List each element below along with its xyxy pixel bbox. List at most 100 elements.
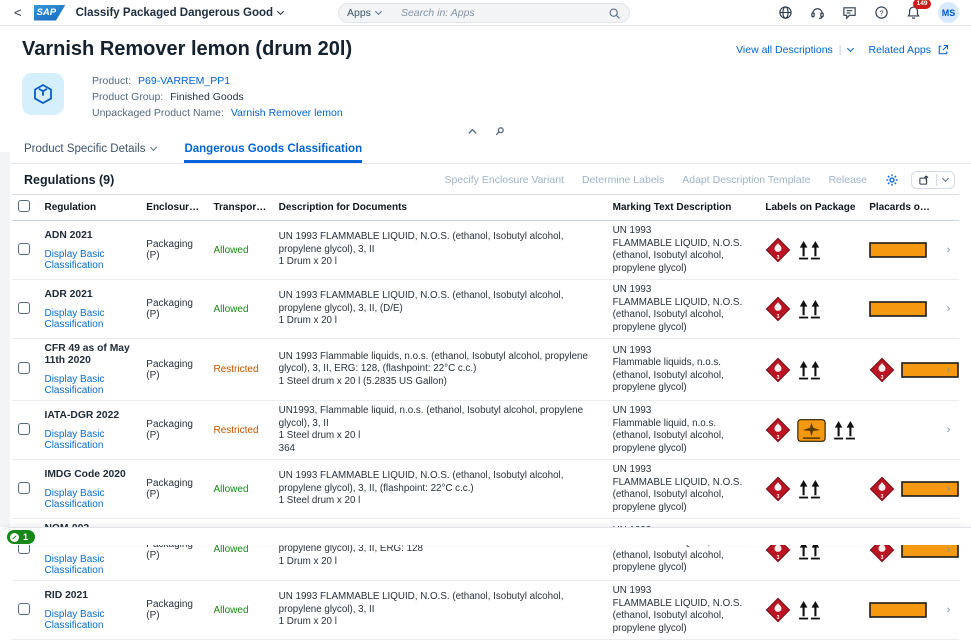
display-basic-classification-link[interactable]: Display Basic Classification (44, 609, 134, 631)
cargo-aircraft-only-icon (797, 419, 826, 442)
specify-enclosure-variant-button[interactable]: Specify Enclosure Variant (445, 174, 564, 186)
row-navigation-chevron[interactable]: › (947, 303, 951, 315)
row-navigation-chevron[interactable]: › (947, 483, 951, 495)
back-button[interactable]: < (12, 6, 24, 19)
notification-count-badge: 149 (913, 0, 931, 9)
product-group-label: Product Group: (92, 91, 163, 103)
description-line: 1 Steel drum x 20 l (279, 495, 601, 508)
row-navigation-chevron[interactable]: › (947, 364, 951, 376)
column-header-labels-on-package[interactable]: Labels on Package (759, 195, 863, 221)
display-basic-classification-link[interactable]: Display Basic Classification (44, 554, 134, 576)
display-basic-classification-link[interactable]: Display Basic Classification (44, 429, 134, 451)
labels-on-package: 3 (765, 237, 857, 263)
display-basic-classification-link[interactable]: Display Basic Classification (44, 249, 134, 271)
help-icon[interactable]: ? (874, 5, 889, 20)
notifications-bell-icon[interactable]: 149 (906, 5, 921, 20)
search-icon[interactable] (608, 7, 621, 20)
row-checkbox[interactable] (18, 603, 30, 615)
description-line: 1 Steel drum x 20 l (279, 430, 601, 443)
determine-labels-button[interactable]: Determine Labels (582, 174, 664, 186)
column-header-marking-text-description[interactable]: Marking Text Description (607, 195, 760, 221)
row-navigation-chevron[interactable]: › (947, 244, 951, 256)
regulation-name: IMDG Code 2020 (44, 469, 134, 481)
column-header-enclosure-variant[interactable]: Enclosure Variant (140, 195, 207, 221)
header-actions: View all Descriptions | Related Apps (736, 44, 949, 56)
description-line: 1 Drum x 20 l (279, 256, 601, 269)
release-button[interactable]: Release (828, 174, 867, 186)
enclosure-variant: Packaging (P) (146, 359, 193, 381)
row-checkbox[interactable] (18, 243, 30, 255)
svg-text:3: 3 (777, 555, 780, 561)
avatar[interactable]: MS (938, 2, 959, 23)
package-icon (31, 82, 55, 106)
row-checkbox[interactable] (18, 423, 30, 435)
view-all-descriptions-label: View all Descriptions (736, 44, 833, 56)
svg-text:3: 3 (777, 255, 780, 261)
search-scope-select[interactable]: Apps (347, 7, 381, 19)
transport-permission: Allowed (213, 304, 248, 315)
orientation-arrows-icon (797, 477, 822, 501)
display-basic-classification-link[interactable]: Display Basic Classification (44, 488, 134, 510)
pin-header-button[interactable] (494, 126, 505, 137)
unpackaged-product-link[interactable]: Varnish Remover lemon (231, 107, 343, 119)
chevron-down-icon (942, 175, 949, 182)
description-line: 1 Drum x 20 l (279, 556, 601, 569)
feedback-icon[interactable] (842, 5, 857, 20)
export-button[interactable] (911, 171, 955, 189)
row-navigation-chevron[interactable]: › (947, 424, 951, 436)
app-title-menu[interactable]: Classify Packaged Dangerous Good (76, 7, 283, 19)
transport-permission: Allowed (213, 484, 248, 495)
select-all-checkbox[interactable] (18, 200, 30, 212)
product-link[interactable]: P69-VARREM_PP1 (138, 75, 230, 87)
column-header-placards-on-con[interactable]: Placards on Con... (863, 195, 940, 221)
tab-label: Product Specific Details (24, 143, 145, 155)
view-all-descriptions-button[interactable]: View all Descriptions | (736, 44, 852, 56)
description-for-documents: UN 1993 FLAMMABLE LIQUID, N.O.S. (ethano… (273, 221, 607, 280)
globe-icon[interactable] (778, 5, 793, 20)
svg-text:3: 3 (777, 375, 780, 381)
enclosure-variant: Packaging (P) (146, 298, 193, 320)
marking-line: UN 1993 (613, 585, 754, 598)
search-scope-label: Apps (347, 7, 371, 19)
collapse-header-button[interactable] (467, 126, 478, 137)
flammable-liquid-3-icon: 3 (765, 476, 791, 502)
display-basic-classification-link[interactable]: Display Basic Classification (44, 308, 134, 330)
row-checkbox[interactable] (18, 362, 30, 374)
column-header-regulation[interactable]: Regulation (38, 195, 140, 221)
product-group-value: Finished Goods (170, 91, 244, 103)
marking-text-description: UN 1993FLAMMABLE LIQUID, N.O.S. (ethanol… (607, 460, 760, 519)
table-row-cfr-49-as-of-may-11th-2020: CFR 49 as of May 11th 2020Display Basic … (12, 339, 959, 401)
display-basic-classification-link[interactable]: Display Basic Classification (44, 374, 134, 396)
placards-on-container: 3 (869, 357, 934, 383)
flammable-liquid-3-icon: 3 (869, 357, 895, 383)
adapt-description-template-button[interactable]: Adapt Description Template (682, 174, 810, 186)
product-fields: Product: P69-VARREM_PP1 Product Group: F… (92, 73, 343, 121)
marking-line: UN 1993 (613, 464, 754, 477)
marking-line: UN 1993 (613, 284, 754, 297)
chevron-down-icon (846, 45, 853, 52)
sap-logo[interactable]: SAP (34, 5, 66, 21)
row-checkbox[interactable] (18, 482, 30, 494)
row-navigation-chevron[interactable]: › (947, 544, 951, 556)
enclosure-variant: Packaging (P) (146, 239, 193, 261)
description-for-documents: UN 1993 Flammable liquids, n.o.s. (ethan… (273, 339, 607, 401)
settings-gear-icon[interactable] (885, 173, 899, 187)
separator (936, 174, 937, 186)
related-apps-button[interactable]: Related Apps (869, 44, 949, 56)
tab-dangerous-goods-classification[interactable]: Dangerous Goods Classification (184, 139, 362, 163)
flammable-liquid-3-icon: 3 (765, 417, 791, 443)
orange-placard-icon (869, 242, 927, 258)
marking-text-description: UN 1993FLAMMABLE LIQUID, N.O.S. (ethanol… (607, 221, 760, 280)
tab-product-specific-details[interactable]: Product Specific Details (24, 139, 156, 163)
marking-line: FLAMMABLE LIQUID, N.O.S. (ethanol, Isobu… (613, 238, 754, 276)
messages-button[interactable]: 1 (7, 530, 35, 544)
column-header-description-for-documents[interactable]: Description for Documents (273, 195, 607, 221)
marking-line: FLAMMABLE LIQUID, N.O.S. (ethanol, Isobu… (613, 477, 754, 515)
orange-placard-icon (901, 481, 959, 497)
row-navigation-chevron[interactable]: › (947, 604, 951, 616)
column-header-transport-perm[interactable]: Transport Perm... (207, 195, 272, 221)
search-input[interactable] (387, 7, 602, 19)
support-headset-icon[interactable] (810, 5, 825, 20)
transport-permission: Allowed (213, 245, 248, 256)
row-checkbox[interactable] (18, 302, 30, 314)
